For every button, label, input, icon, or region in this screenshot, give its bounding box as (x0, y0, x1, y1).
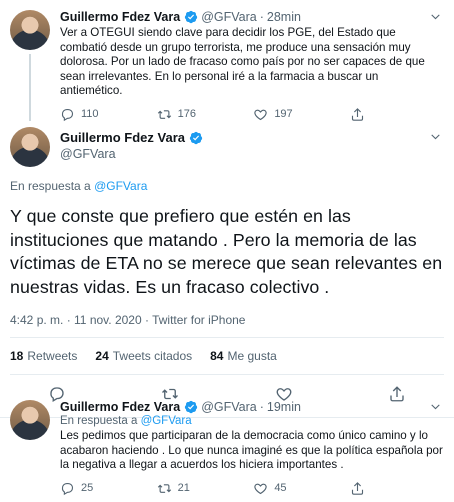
reply-context: En respuesta a @GFVara (0, 179, 454, 193)
author-handle[interactable]: @GFVara (201, 10, 257, 24)
retweet-icon (157, 483, 171, 493)
heart-icon (254, 483, 267, 494)
retweet-button[interactable]: 21 (157, 481, 217, 496)
verified-badge-icon (189, 131, 203, 145)
reply-icon (61, 108, 74, 122)
reply-prefix: En respuesta a (60, 415, 138, 427)
thread-connector (29, 54, 31, 121)
author-handle[interactable]: @GFVara (201, 400, 257, 414)
retweet-count: 176 (177, 108, 197, 121)
tweet-previous[interactable]: Guillermo Fdez Vara @GFVara · 28min Ver … (0, 0, 454, 122)
tweet-thread: Guillermo Fdez Vara @GFVara · 28min Ver … (0, 0, 454, 502)
reply-icon (61, 482, 74, 495)
tweet-main: Guillermo Fdez Vara @GFVara En respuesta… (0, 121, 454, 418)
more-options-chevron-icon[interactable] (429, 400, 442, 416)
tweet-time[interactable]: 19min (267, 400, 301, 414)
separator-dot: · (259, 10, 264, 24)
reply-button[interactable]: 110 (60, 107, 120, 122)
tweet-timestamp[interactable]: 4:42 p. m. · 11 nov. 2020 · Twitter for … (0, 313, 454, 327)
share-button[interactable] (350, 481, 370, 496)
heart-icon (254, 109, 267, 121)
share-button[interactable] (350, 107, 370, 122)
verified-badge-icon (184, 400, 198, 414)
retweet-count: 21 (177, 482, 190, 495)
avatar[interactable] (10, 400, 50, 440)
reply-count: 25 (81, 482, 94, 495)
avatar[interactable] (10, 10, 50, 50)
reply-count: 110 (81, 108, 99, 121)
share-icon (351, 481, 364, 495)
tweet-reply[interactable]: Guillermo Fdez Vara @GFVara · 19min En r… (0, 390, 454, 496)
like-count: 197 (274, 108, 293, 121)
quotes-stat[interactable]: 24 Tweets citados (95, 349, 192, 363)
author-name[interactable]: Guillermo Fdez Vara (60, 10, 180, 24)
reply-context: En respuesta a @GFVara (60, 415, 444, 427)
like-count: 45 (274, 482, 287, 495)
retweet-icon (157, 110, 171, 119)
author-name[interactable]: Guillermo Fdez Vara (60, 400, 180, 414)
tweet-stats: 18 Retweets 24 Tweets citados 84 Me gusta (0, 338, 454, 374)
separator-dot: · (259, 400, 264, 414)
author-handle[interactable]: @GFVara (60, 147, 444, 161)
tweet-text: Les pedimos que participaran de la democ… (60, 429, 443, 472)
like-button[interactable]: 197 (253, 107, 313, 122)
more-options-chevron-icon[interactable] (429, 130, 442, 146)
verified-badge-icon (184, 10, 198, 24)
likes-stat[interactable]: 84 Me gusta (210, 349, 277, 363)
author-name[interactable]: Guillermo Fdez Vara (60, 130, 185, 145)
tweet-time[interactable]: 28min (267, 10, 301, 24)
like-button[interactable]: 45 (253, 481, 313, 496)
reply-prefix: En respuesta a (10, 179, 91, 193)
tweet-text: Y que conste que prefiero que estén en l… (10, 206, 443, 297)
retweet-button[interactable]: 176 (157, 107, 217, 122)
reply-button[interactable]: 25 (60, 481, 120, 496)
tweet-actions: 110 176 197 (60, 107, 370, 122)
tweet-actions: 25 21 45 (60, 481, 370, 496)
retweets-stat[interactable]: 18 Retweets (10, 349, 77, 363)
share-icon (351, 108, 364, 121)
avatar[interactable] (10, 127, 50, 167)
reply-handle-link[interactable]: @GFVara (141, 415, 192, 427)
reply-handle-link[interactable]: @GFVara (94, 179, 147, 193)
tweet-text: Ver a OTEGUI siendo clave para decidir l… (60, 26, 425, 98)
more-options-chevron-icon[interactable] (429, 10, 442, 26)
